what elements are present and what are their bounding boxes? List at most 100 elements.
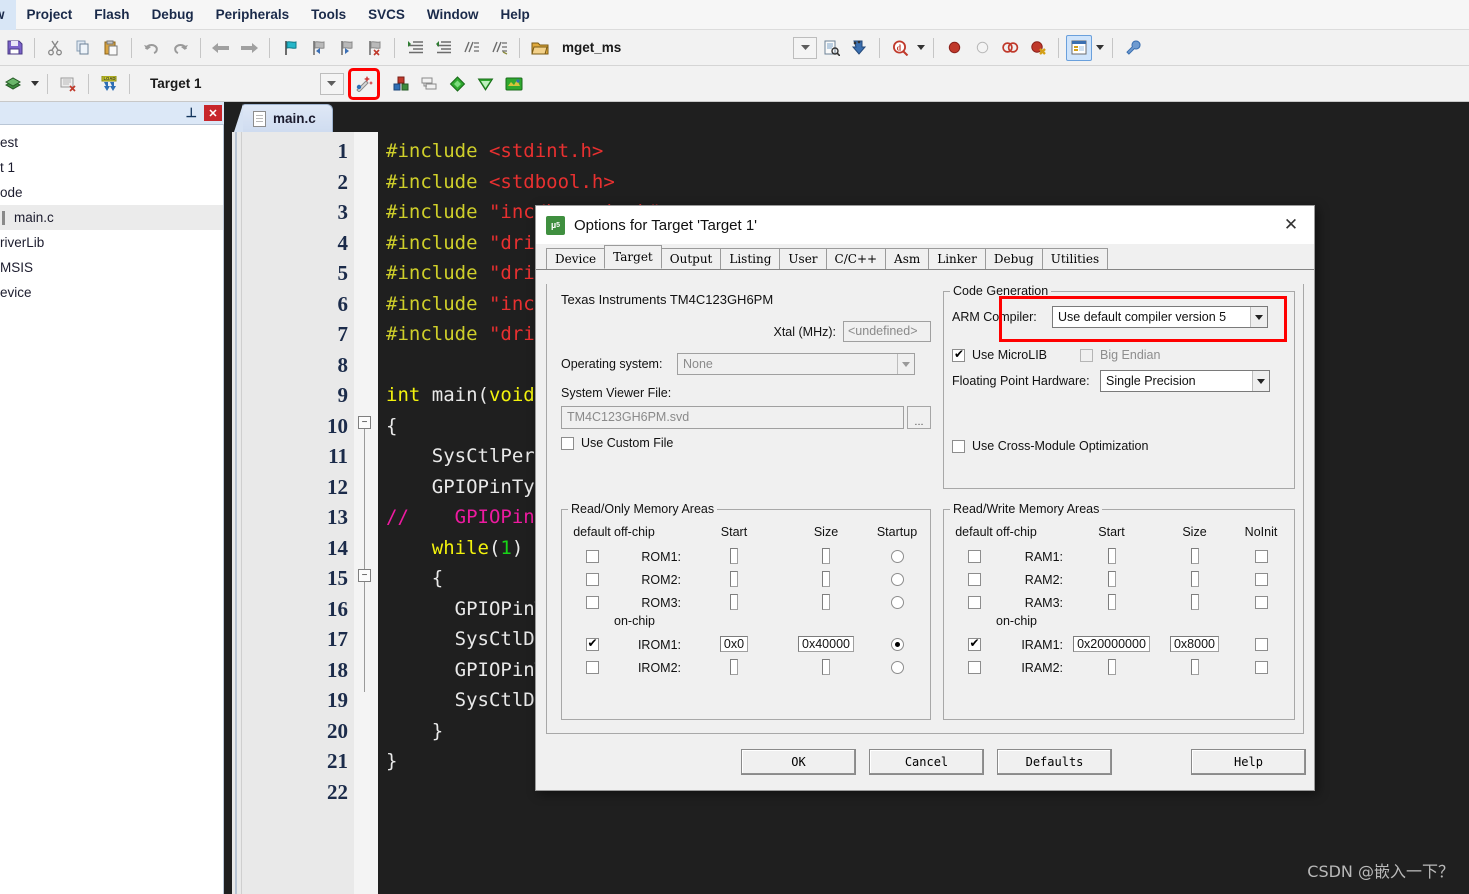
- start-input[interactable]: [730, 548, 738, 564]
- menu-project[interactable]: Project: [16, 0, 84, 30]
- defaults-button[interactable]: Defaults: [997, 749, 1112, 775]
- dialog-tab-output[interactable]: Output: [660, 248, 722, 269]
- startup-radio[interactable]: [890, 661, 904, 674]
- menu-debug[interactable]: Debug: [141, 0, 205, 30]
- start-input[interactable]: [1107, 659, 1116, 675]
- find-dropdown-icon[interactable]: [914, 35, 927, 61]
- indent-icon[interactable]: [402, 35, 428, 61]
- redo-icon[interactable]: [167, 35, 193, 61]
- find-icon[interactable]: d: [887, 35, 913, 61]
- dialog-tab-asm[interactable]: Asm: [885, 248, 930, 269]
- menu-peripherals[interactable]: Peripherals: [205, 0, 301, 30]
- start-input[interactable]: [730, 594, 738, 610]
- ok-button[interactable]: OK: [741, 749, 856, 775]
- startup-radio[interactable]: [890, 550, 904, 563]
- magic-wand-icon[interactable]: [347, 67, 380, 100]
- menu-view[interactable]: w: [0, 0, 16, 30]
- outdent-icon[interactable]: [430, 35, 456, 61]
- size-input[interactable]: [822, 548, 830, 564]
- copy-icon[interactable]: [70, 35, 96, 61]
- default-checkbox[interactable]: [585, 573, 599, 586]
- pack-world-icon[interactable]: [501, 71, 527, 97]
- build-dropdown-icon[interactable]: [28, 71, 41, 97]
- startup-radio[interactable]: [890, 596, 904, 609]
- help-button[interactable]: Help: [1191, 749, 1306, 775]
- tree-item-target[interactable]: t 1: [0, 155, 223, 180]
- insert-icon[interactable]: [846, 35, 872, 61]
- default-checkbox[interactable]: [585, 636, 599, 651]
- dialog-tab-linker[interactable]: Linker: [928, 248, 986, 269]
- size-input[interactable]: 0x40000: [798, 636, 854, 652]
- tree-item-device[interactable]: evice: [0, 280, 223, 305]
- pack-green-icon[interactable]: [473, 71, 499, 97]
- breakpoint-remove-icon[interactable]: [997, 35, 1023, 61]
- size-input[interactable]: [822, 571, 830, 587]
- build-icon[interactable]: [1, 71, 27, 97]
- tree-item-project[interactable]: est: [0, 130, 223, 155]
- breakpoint-kill-icon[interactable]: [1025, 35, 1051, 61]
- navigate-forward-icon[interactable]: [236, 35, 262, 61]
- find-in-files-icon[interactable]: [818, 35, 844, 61]
- close-icon[interactable]: ✕: [204, 105, 222, 121]
- system-viewer-input[interactable]: TM4C123GH6PM.svd: [561, 406, 904, 429]
- default-checkbox[interactable]: [967, 550, 981, 563]
- menu-tools[interactable]: Tools: [300, 0, 357, 30]
- start-input[interactable]: [1107, 571, 1116, 587]
- xtal-input[interactable]: <undefined>: [843, 321, 931, 342]
- batch-build-icon[interactable]: [55, 71, 81, 97]
- menu-window[interactable]: Window: [416, 0, 490, 30]
- noinit-checkbox[interactable]: [1254, 661, 1268, 674]
- window-layout-dropdown-icon[interactable]: [1093, 35, 1106, 61]
- noinit-checkbox[interactable]: [1254, 550, 1268, 563]
- size-input[interactable]: [1190, 548, 1199, 564]
- tab-mainc[interactable]: main.c: [234, 104, 333, 132]
- cut-icon[interactable]: [42, 35, 68, 61]
- noinit-checkbox[interactable]: [1254, 638, 1268, 651]
- dialog-tab-listing[interactable]: Listing: [720, 248, 781, 269]
- comment-icon[interactable]: [458, 35, 484, 61]
- dialog-tab-debug[interactable]: Debug: [984, 248, 1043, 269]
- window-layout-icon[interactable]: [1066, 34, 1093, 61]
- configure-icon[interactable]: [1120, 35, 1146, 61]
- dialog-tab-user[interactable]: User: [779, 248, 827, 269]
- default-checkbox[interactable]: [585, 550, 599, 563]
- tree-item-mainc[interactable]: main.c: [0, 205, 223, 230]
- menu-help[interactable]: Help: [490, 0, 541, 30]
- dialog-tab-device[interactable]: Device: [546, 248, 606, 269]
- start-input[interactable]: [730, 659, 738, 675]
- default-checkbox[interactable]: [967, 573, 981, 586]
- noinit-checkbox[interactable]: [1254, 573, 1268, 586]
- download-icon[interactable]: LOAD: [96, 71, 122, 97]
- multi-project-icon[interactable]: [417, 71, 443, 97]
- tree-item-source-code[interactable]: ode: [0, 180, 223, 205]
- target-selector-dropdown[interactable]: [319, 72, 344, 95]
- fold-box-main[interactable]: −: [358, 416, 371, 429]
- start-input[interactable]: [1107, 594, 1116, 610]
- open-file-icon[interactable]: [527, 35, 553, 61]
- undo-icon[interactable]: [139, 35, 165, 61]
- code-folding-gutter[interactable]: − −: [354, 132, 378, 894]
- dialog-tab-utilities[interactable]: Utilities: [1041, 248, 1109, 269]
- cancel-button[interactable]: Cancel: [869, 749, 984, 775]
- size-input[interactable]: [1190, 571, 1199, 587]
- fold-box-while[interactable]: −: [358, 569, 371, 582]
- size-input[interactable]: [822, 659, 830, 675]
- start-input[interactable]: 0x20000000: [1073, 636, 1150, 652]
- use-microlib-checkbox[interactable]: [952, 347, 965, 362]
- uncomment-icon[interactable]: [486, 35, 512, 61]
- tree-item-driverlib[interactable]: riverLib: [0, 230, 223, 255]
- arm-compiler-select[interactable]: Use default compiler version 5: [1052, 306, 1268, 328]
- pack-installer-icon[interactable]: [445, 71, 471, 97]
- startup-radio[interactable]: [890, 573, 904, 586]
- start-input[interactable]: 0x0: [719, 636, 749, 652]
- noinit-checkbox[interactable]: [1254, 596, 1268, 609]
- cross-module-opt-checkbox[interactable]: [952, 439, 965, 453]
- start-input[interactable]: [730, 571, 738, 587]
- manage-components-icon[interactable]: [389, 71, 415, 97]
- size-input[interactable]: [822, 594, 830, 610]
- paste-icon[interactable]: [98, 35, 124, 61]
- use-custom-file-checkbox[interactable]: [561, 436, 574, 450]
- size-input[interactable]: 0x8000: [1169, 636, 1219, 652]
- breakpoint-icon[interactable]: [941, 35, 967, 61]
- dialog-tab-c-c-[interactable]: C/C++: [825, 248, 887, 269]
